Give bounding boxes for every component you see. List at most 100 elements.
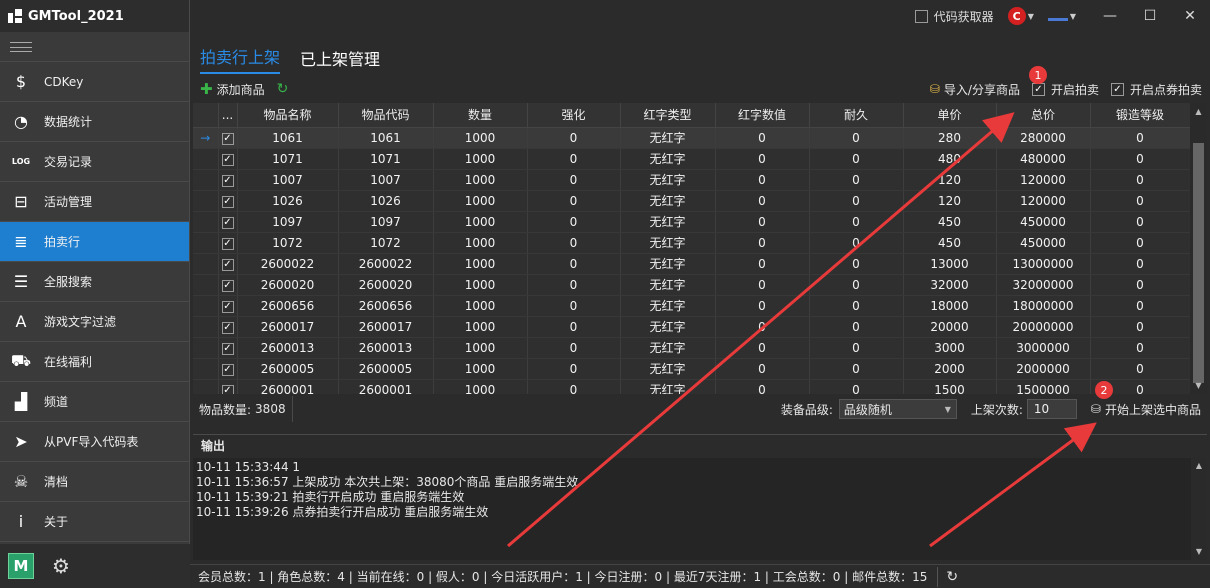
- table-cell[interactable]: 2600017: [237, 316, 339, 338]
- table-cell[interactable]: 无红字: [620, 274, 716, 296]
- row-header[interactable]: [193, 379, 219, 394]
- row-header[interactable]: [193, 358, 219, 380]
- table-cell[interactable]: 0: [1090, 127, 1191, 149]
- table-cell[interactable]: 1026: [237, 190, 339, 212]
- table-cell[interactable]: 2600022: [338, 253, 434, 275]
- table-cell[interactable]: 3000: [903, 337, 997, 359]
- table-cell[interactable]: 120: [903, 190, 997, 212]
- table-cell[interactable]: 1061: [237, 127, 339, 149]
- sidebar-item-7[interactable]: ⛟ 在线福利: [0, 342, 189, 382]
- sidebar-item-1[interactable]: ◔ 数据统计: [0, 102, 189, 142]
- table-cell[interactable]: 32000: [903, 274, 997, 296]
- row-checkbox[interactable]: ✓: [221, 259, 234, 271]
- table-cell[interactable]: 2600656: [338, 295, 434, 317]
- table-cell[interactable]: 无红字: [620, 190, 716, 212]
- column-header[interactable]: 红字类型: [620, 103, 716, 128]
- table-cell[interactable]: 1500000: [996, 379, 1091, 394]
- table-cell[interactable]: 120000: [996, 190, 1091, 212]
- table-cell[interactable]: 0: [527, 127, 621, 149]
- gear-icon[interactable]: ⚙: [52, 554, 70, 578]
- table-row[interactable]: ✓ 2600022 2600022 1000 0 无红字 0 0 13000 13000000 0: [193, 253, 1191, 275]
- row-header[interactable]: [193, 211, 219, 233]
- table-cell[interactable]: 2000: [903, 358, 997, 380]
- table-cell[interactable]: 1000: [433, 127, 528, 149]
- row-header[interactable]: [193, 295, 219, 317]
- add-item-button[interactable]: 添加商品: [217, 81, 265, 98]
- output-scrollbar[interactable]: ▲ ▼: [1191, 458, 1207, 560]
- row-checkbox[interactable]: ✓: [221, 238, 234, 250]
- row-header[interactable]: [193, 274, 219, 296]
- table-cell[interactable]: 0: [715, 148, 810, 170]
- table-cell[interactable]: 120: [903, 169, 997, 191]
- add-icon[interactable]: ✚: [200, 80, 213, 98]
- grade-select[interactable]: 品级随机 ▼: [838, 399, 957, 419]
- table-cell[interactable]: 120000: [996, 169, 1091, 191]
- scroll-down-icon[interactable]: ▼: [1191, 544, 1207, 560]
- table-cell[interactable]: 2600005: [237, 358, 339, 380]
- table-cell[interactable]: 0: [809, 127, 904, 149]
- table-cell[interactable]: 0: [809, 337, 904, 359]
- table-cell[interactable]: 0: [809, 295, 904, 317]
- table-row[interactable]: ✓ 1007 1007 1000 0 无红字 0 0 120 120000 0: [193, 169, 1191, 191]
- table-cell[interactable]: 无红字: [620, 337, 716, 359]
- table-cell[interactable]: 280000: [996, 127, 1091, 149]
- row-checkbox[interactable]: ✓: [221, 364, 234, 376]
- table-cell[interactable]: 0: [1090, 274, 1191, 296]
- table-cell[interactable]: 无红字: [620, 358, 716, 380]
- table-cell[interactable]: 0: [809, 232, 904, 254]
- enable-auction-checkbox[interactable]: ✓: [1031, 82, 1045, 96]
- table-cell[interactable]: 无红字: [620, 253, 716, 275]
- table-cell[interactable]: 0: [715, 127, 810, 149]
- table-cell[interactable]: 0: [809, 190, 904, 212]
- chevron-down-icon[interactable]: ▼: [1028, 12, 1034, 21]
- table-cell[interactable]: 1071: [338, 148, 434, 170]
- table-row[interactable]: ✓ 1072 1072 1000 0 无红字 0 0 450 450000 0: [193, 232, 1191, 254]
- table-cell[interactable]: 450: [903, 232, 997, 254]
- table-row[interactable]: ✓ 2600013 2600013 1000 0 无红字 0 0 3000 3000000 0: [193, 337, 1191, 359]
- tab-listed-management[interactable]: 已上架管理: [300, 46, 380, 74]
- items-grid[interactable]: ... 物品名称 物品代码 数量 强化 红字类型 红字数值 耐久 单价 总价 锻造等级 → ✓ 1061…: [193, 103, 1207, 394]
- row-header[interactable]: [193, 316, 219, 338]
- row-checkbox[interactable]: ✓: [221, 196, 234, 208]
- table-cell[interactable]: 无红字: [620, 211, 716, 233]
- table-cell[interactable]: 1072: [338, 232, 434, 254]
- table-cell[interactable]: 无红字: [620, 127, 716, 149]
- table-cell[interactable]: 2000000: [996, 358, 1091, 380]
- code-fetcher-checkbox[interactable]: [914, 9, 928, 23]
- enable-points-auction-checkbox[interactable]: ✓: [1110, 82, 1124, 96]
- table-cell[interactable]: 0: [809, 148, 904, 170]
- sidebar-item-2[interactable]: LOG 交易记录: [0, 142, 189, 182]
- table-cell[interactable]: 0: [715, 316, 810, 338]
- table-cell[interactable]: 480000: [996, 148, 1091, 170]
- table-cell[interactable]: 0: [809, 358, 904, 380]
- column-header[interactable]: 数量: [433, 103, 528, 128]
- table-cell[interactable]: 0: [1090, 253, 1191, 275]
- table-cell[interactable]: 3000000: [996, 337, 1091, 359]
- table-cell[interactable]: 280: [903, 127, 997, 149]
- column-header[interactable]: 红字数值: [715, 103, 810, 128]
- table-cell[interactable]: 1000: [433, 148, 528, 170]
- row-header[interactable]: [193, 232, 219, 254]
- column-header[interactable]: 强化: [527, 103, 621, 128]
- table-cell[interactable]: 450: [903, 211, 997, 233]
- table-cell[interactable]: 0: [527, 274, 621, 296]
- table-cell[interactable]: 2600656: [237, 295, 339, 317]
- table-cell[interactable]: 450000: [996, 232, 1091, 254]
- sidebar-item-5[interactable]: ☰ 全服搜索: [0, 262, 189, 302]
- table-cell[interactable]: 0: [1090, 358, 1191, 380]
- table-cell[interactable]: 0: [527, 358, 621, 380]
- close-button[interactable]: ✕: [1170, 8, 1210, 24]
- start-listing-button[interactable]: ⛁ 开始上架选中商品: [1091, 401, 1201, 418]
- table-cell[interactable]: 1000: [433, 253, 528, 275]
- table-cell[interactable]: 1071: [237, 148, 339, 170]
- table-cell[interactable]: 18000000: [996, 295, 1091, 317]
- table-cell[interactable]: 2600013: [237, 337, 339, 359]
- listing-times-input[interactable]: 10: [1026, 399, 1077, 419]
- row-checkbox[interactable]: ✓: [221, 175, 234, 187]
- table-cell[interactable]: 0: [527, 232, 621, 254]
- column-header[interactable]: ...: [218, 103, 238, 128]
- table-cell[interactable]: 0: [527, 379, 621, 394]
- table-row[interactable]: ✓ 1097 1097 1000 0 无红字 0 0 450 450000 0: [193, 211, 1191, 233]
- column-header[interactable]: 物品代码: [338, 103, 434, 128]
- row-header[interactable]: [193, 148, 219, 170]
